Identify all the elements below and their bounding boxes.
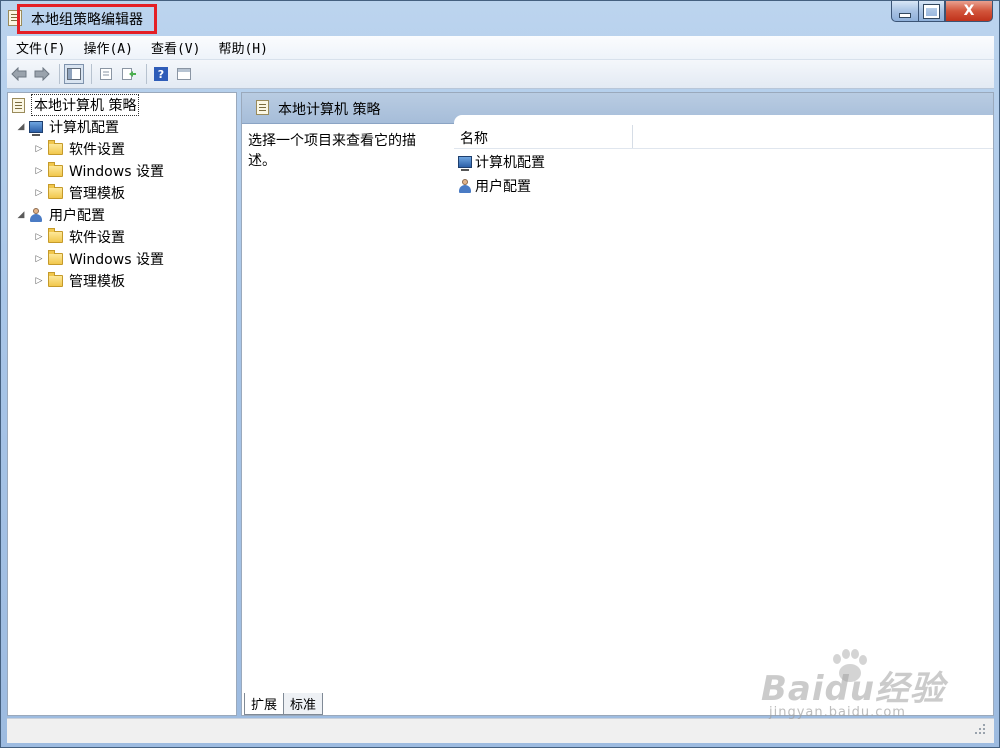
list-item-label: 计算机配置 bbox=[475, 155, 545, 171]
folder-icon bbox=[48, 272, 63, 287]
tree-item-admin-templates[interactable]: ▷ 管理模板 bbox=[34, 183, 125, 203]
description-text-line: 选择一个项目来查看它的描 bbox=[248, 133, 416, 149]
description-panel: 选择一个项目来查看它的描 述。 bbox=[248, 131, 448, 171]
close-button[interactable]: X bbox=[945, 1, 993, 22]
help-icon: ? bbox=[154, 67, 168, 81]
column-divider[interactable] bbox=[632, 125, 633, 148]
user-icon bbox=[29, 208, 43, 222]
show-hide-action-pane-icon bbox=[177, 68, 191, 80]
show-hide-tree-button[interactable] bbox=[64, 64, 84, 84]
computer-icon bbox=[29, 121, 43, 136]
properties-icon bbox=[100, 68, 112, 80]
tab-extended[interactable]: 扩展 bbox=[244, 693, 285, 715]
toolbar-separator bbox=[59, 64, 60, 84]
console-tree[interactable]: 本地计算机 策略 ◢ 计算机配置 ▷ 软件设置 ▷ Windows 设置 ▷ 管… bbox=[7, 92, 237, 716]
collapsed-arrow-icon[interactable]: ▷ bbox=[34, 254, 44, 264]
list-item-computer-config[interactable]: 计算机配置 bbox=[458, 151, 545, 173]
maximize-icon bbox=[923, 3, 940, 19]
resize-grip-icon[interactable] bbox=[974, 723, 986, 735]
column-header-row: 名称 bbox=[454, 125, 993, 149]
user-icon bbox=[458, 179, 472, 193]
collapsed-arrow-icon[interactable]: ▷ bbox=[34, 276, 44, 286]
show-hide-tree-icon bbox=[67, 68, 81, 80]
tree-item-label: 软件设置 bbox=[69, 230, 125, 246]
menu-file[interactable]: 文件(F) bbox=[7, 38, 74, 57]
collapsed-arrow-icon[interactable]: ▷ bbox=[34, 166, 44, 176]
forward-button[interactable] bbox=[32, 64, 52, 84]
show-hide-action-pane-button[interactable] bbox=[174, 64, 194, 84]
menu-help[interactable]: 帮助(H) bbox=[209, 38, 276, 57]
export-list-button[interactable] bbox=[119, 64, 139, 84]
collapsed-arrow-icon[interactable]: ▷ bbox=[34, 144, 44, 154]
list-item-user-config[interactable]: 用户配置 bbox=[458, 175, 531, 197]
menu-view[interactable]: 查看(V) bbox=[142, 38, 209, 57]
folder-icon bbox=[48, 250, 63, 265]
forward-arrow-icon bbox=[34, 67, 50, 81]
tree-item-windows-settings[interactable]: ▷ Windows 设置 bbox=[34, 161, 164, 181]
tree-root-label: 本地计算机 策略 bbox=[31, 94, 140, 116]
toolbar-separator bbox=[146, 64, 147, 84]
app-window: 本地组策略编辑器 X 文件(F) 操作(A) 查看(V) 帮助(H) ? 本地计… bbox=[0, 0, 1000, 748]
minimize-icon bbox=[899, 12, 911, 18]
column-header-name[interactable]: 名称 bbox=[460, 128, 488, 148]
status-bar bbox=[7, 718, 994, 743]
tree-item-label: 用户配置 bbox=[49, 208, 105, 224]
list-item-label: 用户配置 bbox=[475, 179, 531, 195]
minimize-button[interactable] bbox=[891, 1, 918, 22]
policy-doc-icon bbox=[12, 97, 25, 113]
title-bar[interactable]: 本地组策略编辑器 X bbox=[1, 1, 999, 35]
details-pane: 本地计算机 策略 选择一个项目来查看它的描 述。 名称 计算机配置 用户配置 扩… bbox=[241, 92, 994, 716]
window-title: 本地组策略编辑器 bbox=[31, 12, 143, 28]
items-list[interactable]: 名称 计算机配置 用户配置 bbox=[454, 115, 993, 693]
caption-buttons: X bbox=[891, 1, 993, 23]
menu-bar: 文件(F) 操作(A) 查看(V) 帮助(H) bbox=[7, 36, 994, 60]
policy-doc-icon bbox=[256, 100, 269, 115]
tree-item-label: 软件设置 bbox=[69, 142, 125, 158]
computer-icon bbox=[458, 156, 472, 171]
export-list-icon bbox=[122, 68, 136, 80]
toolbar: ? bbox=[7, 60, 994, 89]
collapsed-arrow-icon[interactable]: ▷ bbox=[34, 188, 44, 198]
tree-item-label: Windows 设置 bbox=[69, 252, 164, 268]
tree-item-admin-templates[interactable]: ▷ 管理模板 bbox=[34, 271, 125, 291]
tree-item-label: 管理模板 bbox=[69, 186, 125, 202]
details-header-title: 本地计算机 策略 bbox=[278, 102, 381, 118]
tree-item-label: 计算机配置 bbox=[49, 120, 119, 136]
close-icon: X bbox=[963, 3, 975, 19]
tree-item-label: Windows 设置 bbox=[69, 164, 164, 180]
help-button[interactable]: ? bbox=[151, 64, 171, 84]
description-text-line: 述。 bbox=[248, 153, 276, 169]
folder-icon bbox=[48, 140, 63, 155]
tree-item-user-config[interactable]: ◢ 用户配置 bbox=[16, 205, 105, 225]
tree-item-label: 管理模板 bbox=[69, 274, 125, 290]
folder-icon bbox=[48, 162, 63, 177]
folder-icon bbox=[48, 228, 63, 243]
properties-button[interactable] bbox=[96, 64, 116, 84]
expanded-arrow-icon[interactable]: ◢ bbox=[16, 122, 26, 132]
tree-item-software-settings[interactable]: ▷ 软件设置 bbox=[34, 227, 125, 247]
tree-item-software-settings[interactable]: ▷ 软件设置 bbox=[34, 139, 125, 159]
tree-root[interactable]: 本地计算机 策略 bbox=[12, 94, 140, 116]
maximize-button[interactable] bbox=[918, 1, 945, 22]
toolbar-separator bbox=[91, 64, 92, 84]
view-tabs: 扩展 标准 bbox=[244, 693, 324, 715]
tree-item-computer-config[interactable]: ◢ 计算机配置 bbox=[16, 117, 119, 137]
tree-item-windows-settings[interactable]: ▷ Windows 设置 bbox=[34, 249, 164, 269]
folder-icon bbox=[48, 184, 63, 199]
expanded-arrow-icon[interactable]: ◢ bbox=[16, 210, 26, 220]
collapsed-arrow-icon[interactable]: ▷ bbox=[34, 232, 44, 242]
back-button[interactable] bbox=[9, 64, 29, 84]
tab-standard[interactable]: 标准 bbox=[283, 693, 324, 715]
menu-action[interactable]: 操作(A) bbox=[74, 38, 141, 57]
back-arrow-icon bbox=[11, 67, 27, 81]
